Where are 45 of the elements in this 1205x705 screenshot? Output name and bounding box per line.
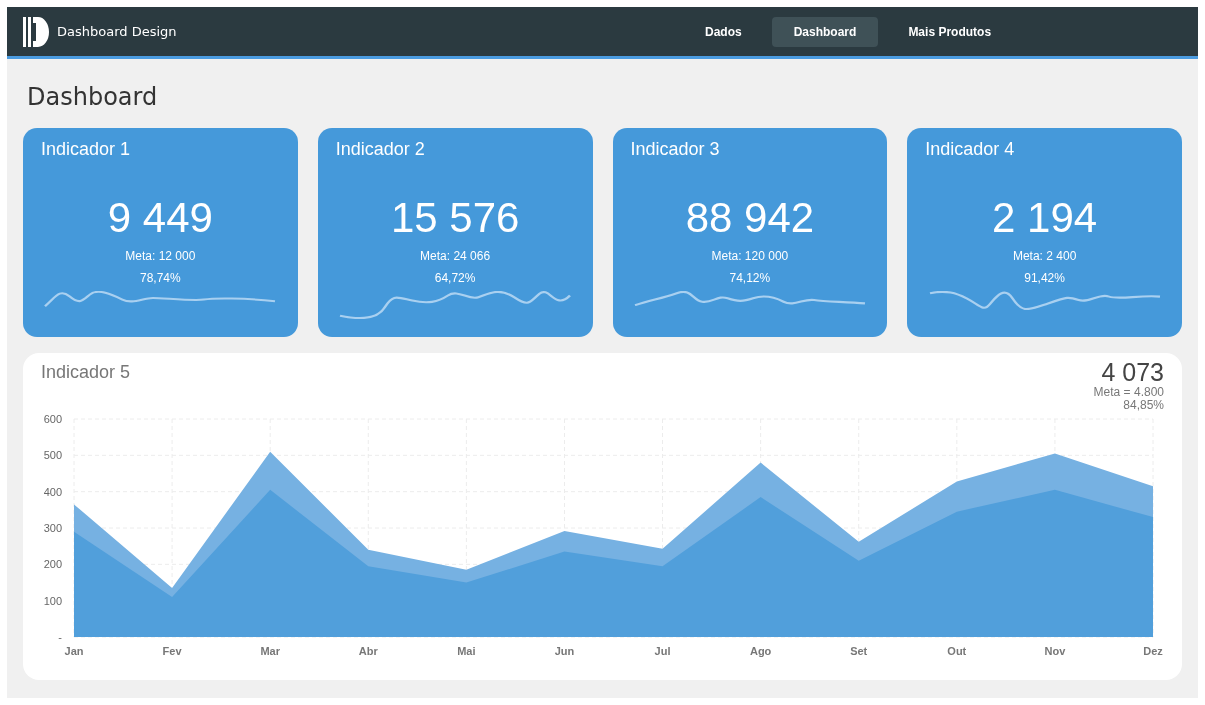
percent-text: 78,74% xyxy=(140,269,181,287)
axis-label: Fev xyxy=(162,645,182,658)
axis-label: 200 xyxy=(43,558,62,571)
goal-text: Meta: 2 400 xyxy=(1012,247,1077,265)
card-title: Indicador 3 xyxy=(630,137,721,161)
nav-tab[interactable]: Dashboard xyxy=(771,16,879,47)
card-title: Indicador 4 xyxy=(925,137,1016,161)
axis-label: - xyxy=(58,631,62,644)
axis-label: Jun xyxy=(554,645,575,658)
indicator-value: 4 073 xyxy=(1101,358,1164,387)
axis-label: Abr xyxy=(358,645,378,658)
card-title: Indicador 1 xyxy=(41,137,132,161)
indicator-value: 9 449 xyxy=(107,196,213,239)
goal-text: Meta: 12 000 xyxy=(125,247,196,265)
axis-label: 600 xyxy=(43,413,62,426)
logo-icon xyxy=(23,16,49,47)
indicator-value: 88 942 xyxy=(685,196,815,239)
goal-text: Meta: 120 000 xyxy=(711,247,789,265)
axis-label: 400 xyxy=(43,486,62,499)
nav-tab[interactable]: Mais Produtos xyxy=(886,16,1014,47)
axis-label: Set xyxy=(850,645,868,658)
axis-label: 100 xyxy=(43,595,62,608)
axis-label: Out xyxy=(947,645,967,658)
axis-label: Ago xyxy=(749,645,772,658)
axis-label: Dez xyxy=(1143,645,1163,658)
percent-text: 64,72% xyxy=(434,269,476,287)
goal-text: Meta: 24 066 xyxy=(420,247,491,265)
axis-label: Jan xyxy=(64,645,84,658)
indicator-value: 2 194 xyxy=(992,196,1098,239)
indicator-value: 15 576 xyxy=(390,196,520,239)
percent-text: 91,42% xyxy=(1024,269,1065,287)
brand-name: Dashboard Design xyxy=(57,22,177,41)
percent-text: 74,12% xyxy=(729,269,771,287)
axis-label: Jul xyxy=(654,645,671,658)
card-title: Indicador 5 xyxy=(41,360,131,384)
page-title: Dashboard xyxy=(27,83,159,112)
axis-label: Nov xyxy=(1044,645,1066,658)
axis-label: Mai xyxy=(457,645,476,658)
percent-text: 84,85% xyxy=(1123,398,1164,412)
nav-tab[interactable]: Dados xyxy=(683,16,764,47)
axis-label: 300 xyxy=(43,522,62,535)
axis-label: Mar xyxy=(260,645,280,658)
axis-label: 500 xyxy=(43,449,62,462)
card-title: Indicador 2 xyxy=(335,137,426,161)
goal-text: Meta = 4.800 xyxy=(1093,386,1164,399)
